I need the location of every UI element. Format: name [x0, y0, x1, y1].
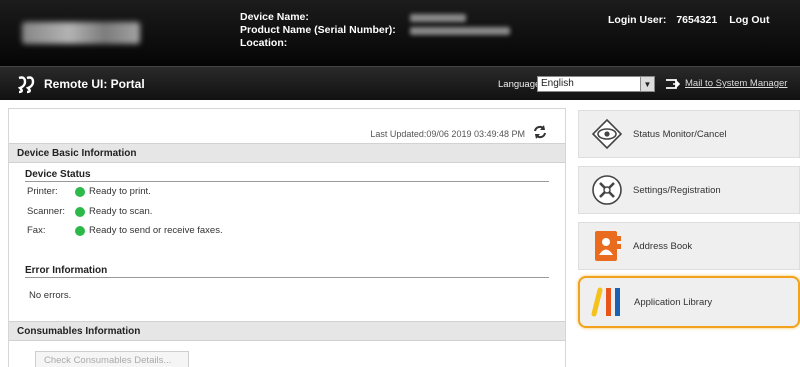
brand-logo — [22, 22, 140, 44]
application-library-icon — [590, 284, 626, 320]
menu-label: Settings/Registration — [633, 184, 721, 196]
status-ok-icon — [75, 186, 85, 197]
check-consumables-button[interactable]: Check Consumables Details... — [35, 351, 189, 367]
menu-application-library[interactable]: Application Library — [578, 276, 800, 328]
chevron-down-icon[interactable]: ▼ — [640, 77, 654, 91]
printer-status-row: Printer: Ready to print. — [27, 186, 151, 197]
scanner-status-text: Ready to scan. — [89, 206, 153, 217]
device-status-heading: Device Status — [25, 169, 549, 182]
menu-label: Status Monitor/Cancel — [633, 128, 727, 140]
fax-status-text: Ready to send or receive faxes. — [89, 225, 223, 236]
language-value: English — [541, 78, 574, 89]
printer-status-text: Ready to print. — [89, 186, 151, 197]
device-basic-info-header: Device Basic Information — [9, 143, 565, 163]
device-name-value — [410, 14, 466, 22]
eye-icon — [589, 116, 625, 152]
portal-bar: Remote UI: Portal Language: English ▼ Ma… — [0, 66, 800, 100]
menu-label: Application Library — [634, 296, 713, 308]
status-ok-icon — [75, 206, 85, 217]
fax-label: Fax: — [27, 225, 46, 236]
mail-icon[interactable] — [664, 77, 680, 91]
menu-address-book[interactable]: Address Book — [578, 222, 800, 270]
device-info: Device Name: Product Name (Serial Number… — [240, 11, 510, 50]
menu-label: Address Book — [633, 240, 693, 252]
error-info-heading: Error Information — [25, 265, 549, 278]
last-updated: Last Updated:09/06 2019 03:49:48 PM — [370, 129, 525, 139]
language-select[interactable]: English ▼ — [537, 76, 655, 92]
gear-icon — [589, 172, 625, 208]
error-text: No errors. — [29, 290, 72, 301]
login-user-label: Login User: — [608, 14, 667, 26]
product-name-label: Product Name (Serial Number): — [240, 24, 396, 36]
consumables-info-header: Consumables Information — [9, 321, 565, 341]
address-book-icon — [589, 228, 625, 264]
product-name-value — [410, 27, 510, 35]
menu-settings-registration[interactable]: Settings/Registration — [578, 166, 800, 214]
scanner-status-row: Scanner: Ready to scan. — [27, 206, 152, 217]
menu-status-monitor[interactable]: Status Monitor/Cancel — [578, 110, 800, 158]
portal-logo-icon — [17, 76, 35, 94]
location-label: Location: — [240, 37, 288, 49]
refresh-icon[interactable] — [531, 123, 549, 141]
top-header: Device Name: Product Name (Serial Number… — [0, 0, 800, 66]
fax-status-row: Fax: Ready to send or receive faxes. — [27, 225, 223, 236]
logout-link[interactable]: Log Out — [729, 14, 769, 26]
status-ok-icon — [75, 225, 85, 236]
printer-label: Printer: — [27, 186, 58, 197]
device-info-panel: Last Updated:09/06 2019 03:49:48 PM Devi… — [8, 108, 566, 367]
device-name-label: Device Name: — [240, 11, 309, 23]
scanner-label: Scanner: — [27, 206, 66, 217]
login-user-value: 7654321 — [676, 14, 718, 26]
login-info: Login User: 7654321 Log Out — [608, 14, 769, 26]
mail-to-system-manager-link[interactable]: Mail to System Manager — [685, 78, 787, 89]
portal-title: Remote UI: Portal — [44, 77, 145, 91]
